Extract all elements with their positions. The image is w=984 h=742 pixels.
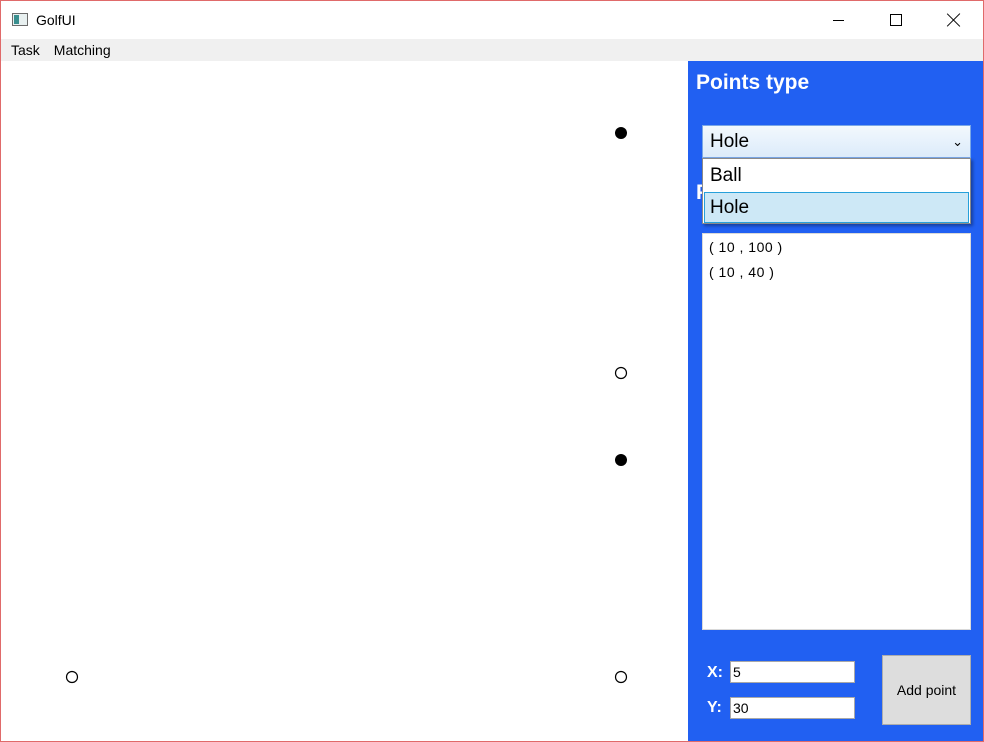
x-input[interactable] bbox=[730, 661, 855, 683]
points-canvas[interactable] bbox=[1, 61, 688, 741]
menu-task[interactable]: Task bbox=[4, 39, 47, 61]
side-panel: Points type P Hole ⌄ Ball Hole ( 10 , 10… bbox=[688, 61, 983, 741]
hole-point bbox=[65, 670, 79, 684]
ball-point bbox=[615, 454, 627, 466]
app-window: GolfUI Task Matching Points type P Hole … bbox=[0, 0, 984, 742]
add-point-button[interactable]: Add point bbox=[882, 655, 971, 725]
list-item[interactable]: ( 10 , 40 ) bbox=[709, 264, 774, 280]
x-label: X: bbox=[707, 664, 723, 681]
minimize-button[interactable] bbox=[809, 1, 867, 39]
ball-point bbox=[615, 127, 627, 139]
app-window-icon bbox=[12, 13, 28, 26]
y-input[interactable] bbox=[730, 697, 855, 719]
points-type-heading: Points type bbox=[696, 71, 810, 94]
chevron-down-icon: ⌄ bbox=[952, 134, 963, 149]
dropdown-option-hole[interactable]: Hole bbox=[704, 192, 969, 223]
combobox-selected-value: Hole bbox=[710, 131, 750, 152]
canvas-drawing bbox=[65, 127, 628, 684]
points-listbox[interactable]: ( 10 , 100 ) ( 10 , 40 ) bbox=[702, 233, 971, 630]
points-type-combobox[interactable]: Hole ⌄ bbox=[702, 125, 971, 158]
list-item[interactable]: ( 10 , 100 ) bbox=[709, 239, 783, 255]
maximize-icon bbox=[890, 14, 902, 26]
maximize-button[interactable] bbox=[867, 1, 925, 39]
menu-bar: Task Matching bbox=[1, 39, 983, 61]
hole-point bbox=[614, 366, 628, 380]
title-bar[interactable]: GolfUI bbox=[1, 1, 983, 39]
close-icon bbox=[947, 13, 961, 27]
y-label: Y: bbox=[707, 699, 722, 716]
minimize-icon bbox=[832, 19, 844, 21]
menu-matching[interactable]: Matching bbox=[47, 39, 118, 61]
window-title: GolfUI bbox=[36, 12, 76, 28]
points-type-dropdown: Ball Hole bbox=[702, 158, 971, 224]
dropdown-option-ball[interactable]: Ball bbox=[704, 160, 969, 191]
close-button[interactable] bbox=[925, 1, 983, 39]
hole-point bbox=[614, 670, 628, 684]
